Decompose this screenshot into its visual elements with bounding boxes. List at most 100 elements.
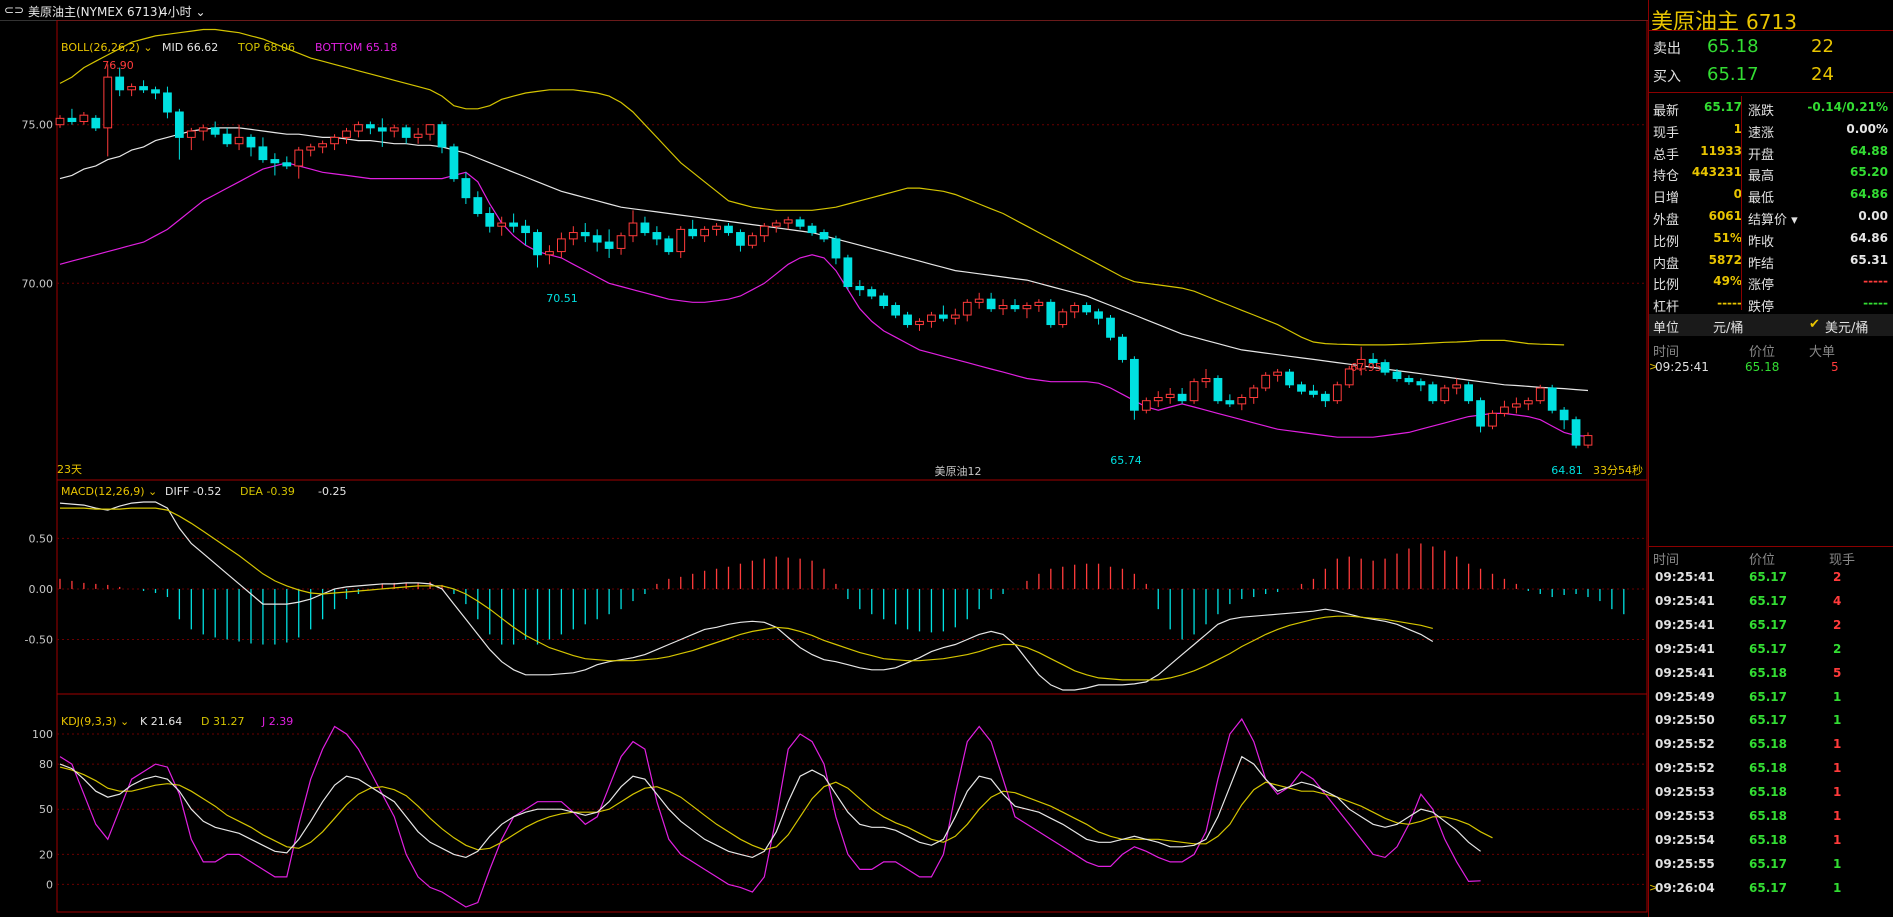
candle-up [1022,305,1032,310]
big-order-price: 65.18 [1745,360,1780,374]
candle-down [855,285,865,291]
stat-value: ----- [1717,296,1742,311]
tick-time: 09:25:50 [1655,713,1715,728]
candle-up [1273,371,1283,376]
candle-down [437,124,447,148]
candle-up [497,222,507,227]
candle-up [950,314,960,319]
link-icon[interactable]: ⊂⊃ [4,3,24,17]
stat-label: 速涨 [1748,125,1775,141]
candle-up [1500,406,1509,414]
candle-up [974,298,984,303]
candle-up [1488,412,1497,427]
chart-canvas[interactable]: 75.00 70.00 BOLL(26,26,2) ⌄ MID 66.62 TOP 68… [0,19,1648,917]
stat-label: 最高 [1748,169,1775,185]
stat-value: 443231 [1691,165,1742,180]
stat-value: 65.31 [1850,252,1888,267]
candle-down [1309,390,1318,395]
candle-down [377,127,387,132]
candle-down [604,241,614,249]
tick-time: 09:25:41 [1655,593,1715,608]
instrument-title[interactable]: 美原油主(NYMEX 6713) [28,3,162,20]
candle-down [1392,371,1402,379]
candle-up [330,136,339,145]
candle-up [1583,435,1593,446]
stat-label: 比例 [1653,234,1680,250]
candle-down [521,225,530,234]
stat-label: 比例 [1653,278,1680,294]
stat-label: 涨停 [1748,278,1775,294]
candle-up [1523,400,1533,405]
macd-dea-line [60,507,1433,681]
candle-up [1261,374,1271,389]
stat-label: 杠杆 [1653,300,1680,316]
stat-label: 跌停 [1748,300,1775,316]
stat-label: 现手 [1653,125,1680,141]
tick-price: 65.18 [1749,737,1787,752]
candle-up [1070,305,1080,313]
y-tick-label: 0 [46,878,53,891]
candle-down [867,289,877,297]
candle-down [724,225,733,234]
tick-time: 09:25:52 [1655,761,1715,776]
top-bar: ⊂⊃ 美原油主(NYMEX 6713) 4小时 ⌄ [0,0,1648,21]
tick-qty: 1 [1833,785,1842,800]
candle-up [1058,311,1068,326]
y-tick-label: 50 [39,803,53,816]
boll-bottom-line [59,162,1589,438]
candle-up [556,238,566,253]
candle-up [962,301,972,316]
candle-up [747,235,757,246]
candle-down [258,146,268,161]
y-tick-label: 0.50 [29,532,54,545]
candle-down [365,124,375,129]
candle-down [1010,305,1020,310]
candle-down [139,86,148,91]
y-tick-label: 0.00 [29,583,54,596]
candle-down [485,213,495,227]
candle-down [1428,384,1438,402]
y-tick-label: 75.00 [22,119,54,132]
candle-down [592,235,602,243]
candle-down [819,232,829,240]
candle-up [1237,397,1247,405]
candle-up [1153,397,1163,402]
candle-down [1046,301,1056,326]
candle-down [1082,305,1092,313]
annotation-high: 67.95 [1350,361,1382,374]
stats-divider [1741,96,1742,310]
kdj-j-label: J 2.39 [261,715,293,728]
tick-qty: 1 [1833,832,1842,847]
candle-down [473,197,483,215]
stat-label: 昨结 [1748,256,1775,272]
candle-up [1511,403,1521,408]
boll-top-line [59,28,1565,346]
candle-down [1297,384,1306,392]
days-label: 23天 [57,463,82,476]
candle-down [1476,400,1485,427]
candle-down [1320,393,1330,402]
period-selector[interactable]: 4小时 ⌄ [160,3,206,20]
kdj-k-label: K 21.64 [140,715,182,728]
stat-value: 5872 [1708,252,1742,267]
contract-label: 美原油12 [935,464,982,478]
unit-option-cny[interactable]: 元/桶 [1713,317,1743,336]
tick-qty: 1 [1833,809,1842,823]
candle-down [67,117,77,123]
stat-label: 昨收 [1748,234,1775,250]
stat-label: 持仓 [1653,169,1680,185]
stat-value: 49% [1713,274,1742,289]
tick-qty: 2 [1833,570,1842,584]
candle-up [306,146,316,151]
stat-label[interactable]: 结算价 ▾ [1748,209,1798,228]
candle-up [234,136,244,145]
candle-down [1225,400,1235,405]
candle-down [831,238,841,259]
tick-time: 09:25:53 [1655,785,1715,800]
candle-up [79,114,89,123]
candle-up [389,127,399,132]
unit-option-usd[interactable]: 美元/桶 [1825,317,1868,336]
candle-up [712,225,721,230]
tick-price: 65.17 [1749,570,1787,584]
tick-price: 65.17 [1749,689,1787,704]
